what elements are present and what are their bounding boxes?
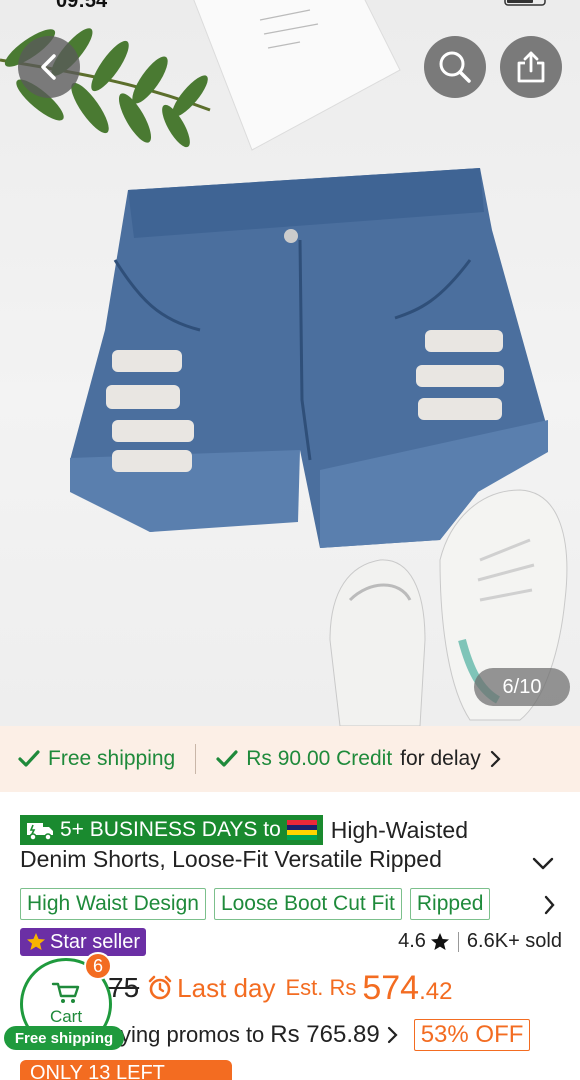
product-title-line2: Denim Shorts, Loose-Fit Versatile Ripped: [20, 846, 520, 873]
estimated-price: 574.42: [362, 969, 452, 1008]
rating-value: 4.6: [398, 930, 426, 952]
original-price: 75: [108, 972, 140, 1003]
chevron-left-icon: [41, 54, 56, 80]
promo-text: ying promos to: [120, 1022, 265, 1047]
chevron-right-icon: [387, 1026, 398, 1044]
share-button[interactable]: [500, 36, 562, 98]
estimated-price-decimal: .42: [419, 977, 453, 1005]
credit-amount: Rs 90.00 Credit: [246, 747, 393, 770]
cart-count-badge: 6: [84, 952, 112, 980]
mauritius-flag-icon: [286, 820, 317, 840]
tags-more-button[interactable]: [538, 892, 560, 918]
shipping-strip[interactable]: Free shipping Rs 90.00 Credit for delay: [0, 726, 580, 792]
delay-credit-link[interactable]: Rs 90.00 Credit for delay: [216, 747, 501, 771]
status-time: 09:54: [56, 0, 108, 12]
chevron-right-icon: [544, 895, 555, 915]
divider: [457, 931, 459, 952]
cart-label: Cart: [49, 1007, 83, 1026]
est-label: Est. Rs: [285, 975, 357, 1000]
discount-badge: 53% OFF: [413, 1019, 531, 1051]
chevron-right-icon: [490, 750, 501, 768]
search-button[interactable]: [424, 36, 486, 98]
product-image-gallery[interactable]: 09:54 6/10: [0, 0, 580, 726]
checkmark-icon: [18, 750, 40, 767]
star-seller-badge[interactable]: Star seller: [20, 928, 147, 956]
share-icon: [517, 51, 545, 83]
product-title-line1: 5+ BUSINESS DAYS to High-Waisted: [20, 812, 565, 848]
low-stock-tag: ONLY 13 LEFT: [20, 1060, 232, 1080]
checkmark-icon: [216, 750, 238, 767]
tag-ripped[interactable]: Ripped: [409, 888, 491, 920]
star-icon: [27, 933, 45, 950]
product-title-start: High-Waisted: [330, 817, 468, 843]
search-icon: [439, 51, 471, 83]
expand-title-chevron-icon[interactable]: [530, 852, 556, 874]
divider: [195, 744, 197, 774]
star-seller-label: Star seller: [50, 930, 141, 953]
tag-high-waist[interactable]: High Waist Design: [20, 888, 206, 920]
tag-loose-boot-cut[interactable]: Loose Boot Cut Fit: [213, 888, 402, 920]
estimated-price-main: 574: [362, 968, 420, 1007]
image-counter: 6/10: [474, 668, 570, 706]
sold-count: 6.6K+ sold: [466, 930, 562, 952]
truck-icon: [27, 823, 53, 841]
product-photo: [0, 0, 568, 726]
battery-icon: [504, 0, 546, 6]
back-button[interactable]: [18, 36, 80, 98]
delivery-badge: 5+ BUSINESS DAYS to: [20, 815, 323, 845]
last-day-text: Last day: [177, 972, 276, 1003]
delivery-badge-text: 5+ BUSINESS DAYS to: [60, 818, 281, 841]
rating-summary[interactable]: 4.6 6.6K+ sold: [398, 930, 562, 953]
cart-free-shipping-badge: Free shipping: [4, 1026, 124, 1050]
last-day-label: Last day: [147, 973, 275, 1004]
free-shipping-info: Free shipping: [18, 747, 175, 771]
feature-tags: High Waist Design Loose Boot Cut Fit Rip…: [20, 888, 491, 920]
free-shipping-label: Free shipping: [48, 747, 176, 770]
alarm-clock-icon: [148, 975, 172, 1000]
promo-price: Rs 765.89: [270, 1021, 380, 1048]
star-icon: [430, 932, 449, 950]
delay-label: for delay: [400, 747, 481, 770]
cart-icon: [51, 982, 80, 1003]
